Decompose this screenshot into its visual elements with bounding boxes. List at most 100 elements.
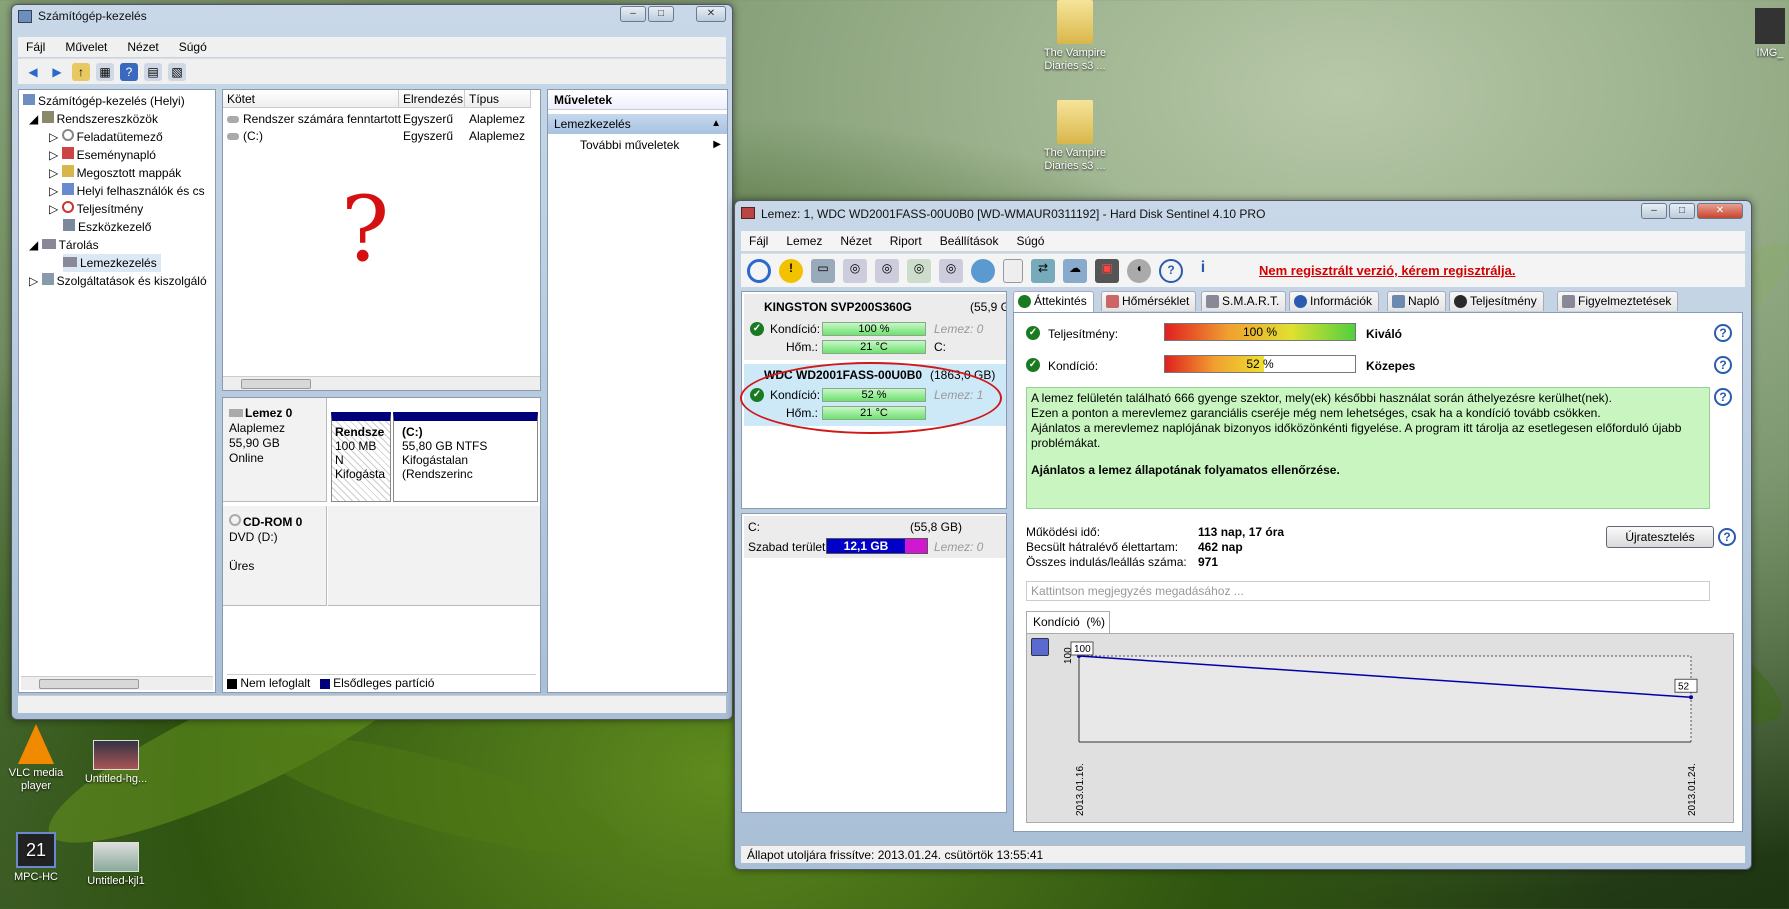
minimize-button[interactable]: – <box>620 6 646 22</box>
globe-icon[interactable] <box>971 258 995 283</box>
tree-item-services[interactable]: ▷ Szolgáltatások és kiszolgáló <box>29 272 207 290</box>
tree-item-shared-folders[interactable]: ▷ Megosztott mappák <box>49 164 181 182</box>
menu-file[interactable]: Fájl <box>749 231 768 251</box>
cdrom-area <box>328 506 540 606</box>
tree-horizontal-scrollbar[interactable] <box>21 676 213 690</box>
network-icon[interactable]: ☁ <box>1063 258 1087 283</box>
tree-item-performance[interactable]: ▷ Teljesítmény <box>49 200 143 218</box>
tab-information[interactable]: Információk <box>1289 291 1380 311</box>
app-icon <box>741 207 755 219</box>
tab-performance[interactable]: Teljesítmény <box>1449 291 1544 311</box>
desktop-icon-vlc[interactable]: VLC media player <box>0 724 72 793</box>
info-icon[interactable]: i <box>1191 259 1215 283</box>
desktop-icon-folder-2[interactable]: The Vampire Diaries s3 ... <box>1030 100 1120 173</box>
disk-map: Lemez 0 Alaplemez 55,90 GB Online Rendsz… <box>222 397 541 693</box>
menu-help[interactable]: Súgó <box>179 37 207 57</box>
help-icon[interactable]: ? <box>1714 324 1732 342</box>
unregistered-link[interactable]: Nem regisztrált verzió, kérem regisztrál… <box>1259 263 1516 278</box>
help-icon[interactable]: ? <box>120 62 138 81</box>
column-header-type[interactable]: Típus <box>465 90 531 108</box>
partition-c[interactable]: (C:) 55,80 GB NTFS Kifogástalan (Rendszeri… <box>393 412 538 502</box>
disk-card-kingston[interactable]: KINGSTON SVP200S360G (55,9 G ✓ Kondíció:… <box>744 294 1006 360</box>
speaker-icon[interactable]: ◖ <box>1127 258 1151 283</box>
tab-temperature[interactable]: Hőmérséklet <box>1101 291 1197 311</box>
cdrom-0-info[interactable]: CD-ROM 0 DVD (D:) Üres <box>223 506 327 606</box>
up-folder-icon[interactable]: ↑ <box>72 62 90 81</box>
menu-view[interactable]: Nézet <box>127 37 158 57</box>
menu-view[interactable]: Nézet <box>840 231 871 251</box>
note-input[interactable]: Kattintson megjegyzés megadásához ... <box>1026 581 1710 601</box>
image-thumbnail-icon <box>1755 8 1785 44</box>
tree-item-root[interactable]: Számítógép-kezelés (Helyi) <box>23 92 185 110</box>
menu-settings[interactable]: Beállítások <box>940 231 999 251</box>
test-disk-icon[interactable]: ◎ <box>843 258 867 283</box>
maximize-button[interactable]: □ <box>648 6 674 22</box>
menu-help[interactable]: Súgó <box>1016 231 1044 251</box>
scroll-thumb[interactable] <box>241 379 311 389</box>
document-icon[interactable] <box>1003 258 1023 283</box>
actions-pane: Műveletek Lemezkezelés ▲ További művelete… <box>547 89 728 693</box>
column-header-layout[interactable]: Elrendezés <box>399 90 465 108</box>
help-icon[interactable]: ? <box>1714 388 1732 406</box>
warning-icon[interactable]: ! <box>779 258 803 283</box>
actions-section-disk-management[interactable]: Lemezkezelés ▲ <box>548 114 727 134</box>
menu-file[interactable]: Fájl <box>26 37 45 57</box>
menu-disk[interactable]: Lemez <box>786 231 822 251</box>
tree-item-event-viewer[interactable]: ▷ Eseménynapló <box>49 146 156 164</box>
desktop-icon-img[interactable]: IMG_ <box>1750 8 1789 60</box>
desktop-icon-mpc[interactable]: 21 MPC-HC <box>0 832 72 884</box>
help-icon[interactable]: ? <box>1159 258 1183 283</box>
table-row[interactable]: (C:) Egyszerű Alaplemez <box>227 129 540 145</box>
sync-icon[interactable]: ⇄ <box>1031 258 1055 283</box>
chart-tab[interactable]: Kondíció (%) <box>1026 611 1110 633</box>
menu-report[interactable]: Riport <box>890 231 922 251</box>
desktop-icon-untitled-kjl1[interactable]: Untitled-kjl1 <box>80 842 152 888</box>
menu-action[interactable]: Művelet <box>65 37 107 57</box>
legend-primary-swatch <box>319 678 330 689</box>
volume-list-scrollbar[interactable] <box>223 376 540 390</box>
tree-item-storage[interactable]: ◢ Tárolás <box>29 236 99 254</box>
desktop-icon-folder-1[interactable]: The Vampire Diaries s3 ... <box>1030 0 1120 73</box>
forward-arrow-icon[interactable]: ▶ <box>48 63 66 81</box>
maximize-button[interactable]: □ <box>1669 203 1695 219</box>
tab-overview[interactable]: Áttekintés <box>1013 291 1094 313</box>
tree-item-task-scheduler[interactable]: ▷ Feladatütemező <box>49 128 163 146</box>
back-arrow-icon[interactable]: ◀ <box>24 63 42 81</box>
actions-more[interactable]: További műveletek ▶ <box>548 134 727 156</box>
test-disk-icon[interactable]: ◎ <box>939 258 963 283</box>
column-header-volume[interactable]: Kötet <box>223 90 399 108</box>
test-disk-icon[interactable]: ◎ <box>875 258 899 283</box>
refresh-icon[interactable] <box>747 258 771 283</box>
help-icon[interactable]: ? <box>1714 356 1732 374</box>
partition-system-reserved[interactable]: Rendsze 100 MB N Kifogásta <box>331 412 391 502</box>
retest-button[interactable]: Újratesztelés <box>1606 526 1714 548</box>
export-icon[interactable]: ▧ <box>168 62 186 81</box>
desktop-icon-untitled-hg[interactable]: Untitled-hg... <box>80 740 152 786</box>
tab-log[interactable]: Napló <box>1387 291 1447 311</box>
users-icon <box>61 183 74 195</box>
monitor-icon[interactable]: ▣ <box>1095 258 1119 283</box>
volume-card-c[interactable]: C: (55,8 GB) Szabad terület 12,1 GB Leme… <box>744 516 1006 558</box>
disk-0-info[interactable]: Lemez 0 Alaplemez 55,90 GB Online <box>223 398 327 502</box>
show-hide-tree-icon[interactable]: ▦ <box>96 62 114 81</box>
tree-item-system-tools[interactable]: ◢ Rendszereszközök <box>29 110 158 128</box>
close-button[interactable]: ✕ <box>696 6 726 22</box>
properties-icon[interactable]: ▤ <box>144 62 162 81</box>
test-ok-icon[interactable]: ◎ <box>907 258 931 283</box>
disk-report-icon[interactable]: ▭ <box>811 258 835 283</box>
table-row[interactable]: Rendszer számára fenntartott Egyszerű Al… <box>227 112 540 128</box>
tree-item-disk-management[interactable]: Lemezkezelés <box>63 254 161 272</box>
folder-icon <box>1057 0 1093 44</box>
disk-icon <box>229 409 243 417</box>
minimize-button[interactable]: – <box>1641 203 1667 219</box>
image-thumbnail-icon <box>93 740 139 770</box>
close-button[interactable]: ✕ <box>1697 203 1743 219</box>
tab-alerts[interactable]: Figyelmeztetések <box>1557 291 1679 311</box>
help-icon[interactable]: ? <box>1718 528 1736 546</box>
tree-item-local-users[interactable]: ▷ Helyi felhasználók és cs <box>49 182 205 200</box>
tab-smart[interactable]: S.M.A.R.T. <box>1201 291 1287 311</box>
scroll-thumb[interactable] <box>39 679 139 689</box>
performance-bar: 100 % <box>1164 323 1356 341</box>
tree-item-device-manager[interactable]: Eszközkezelő <box>63 218 151 236</box>
toolbar: ! ▭ ◎ ◎ ◎ ◎ ⇄ ☁ ▣ ◖ ? i Nem regisztrált … <box>741 253 1745 287</box>
